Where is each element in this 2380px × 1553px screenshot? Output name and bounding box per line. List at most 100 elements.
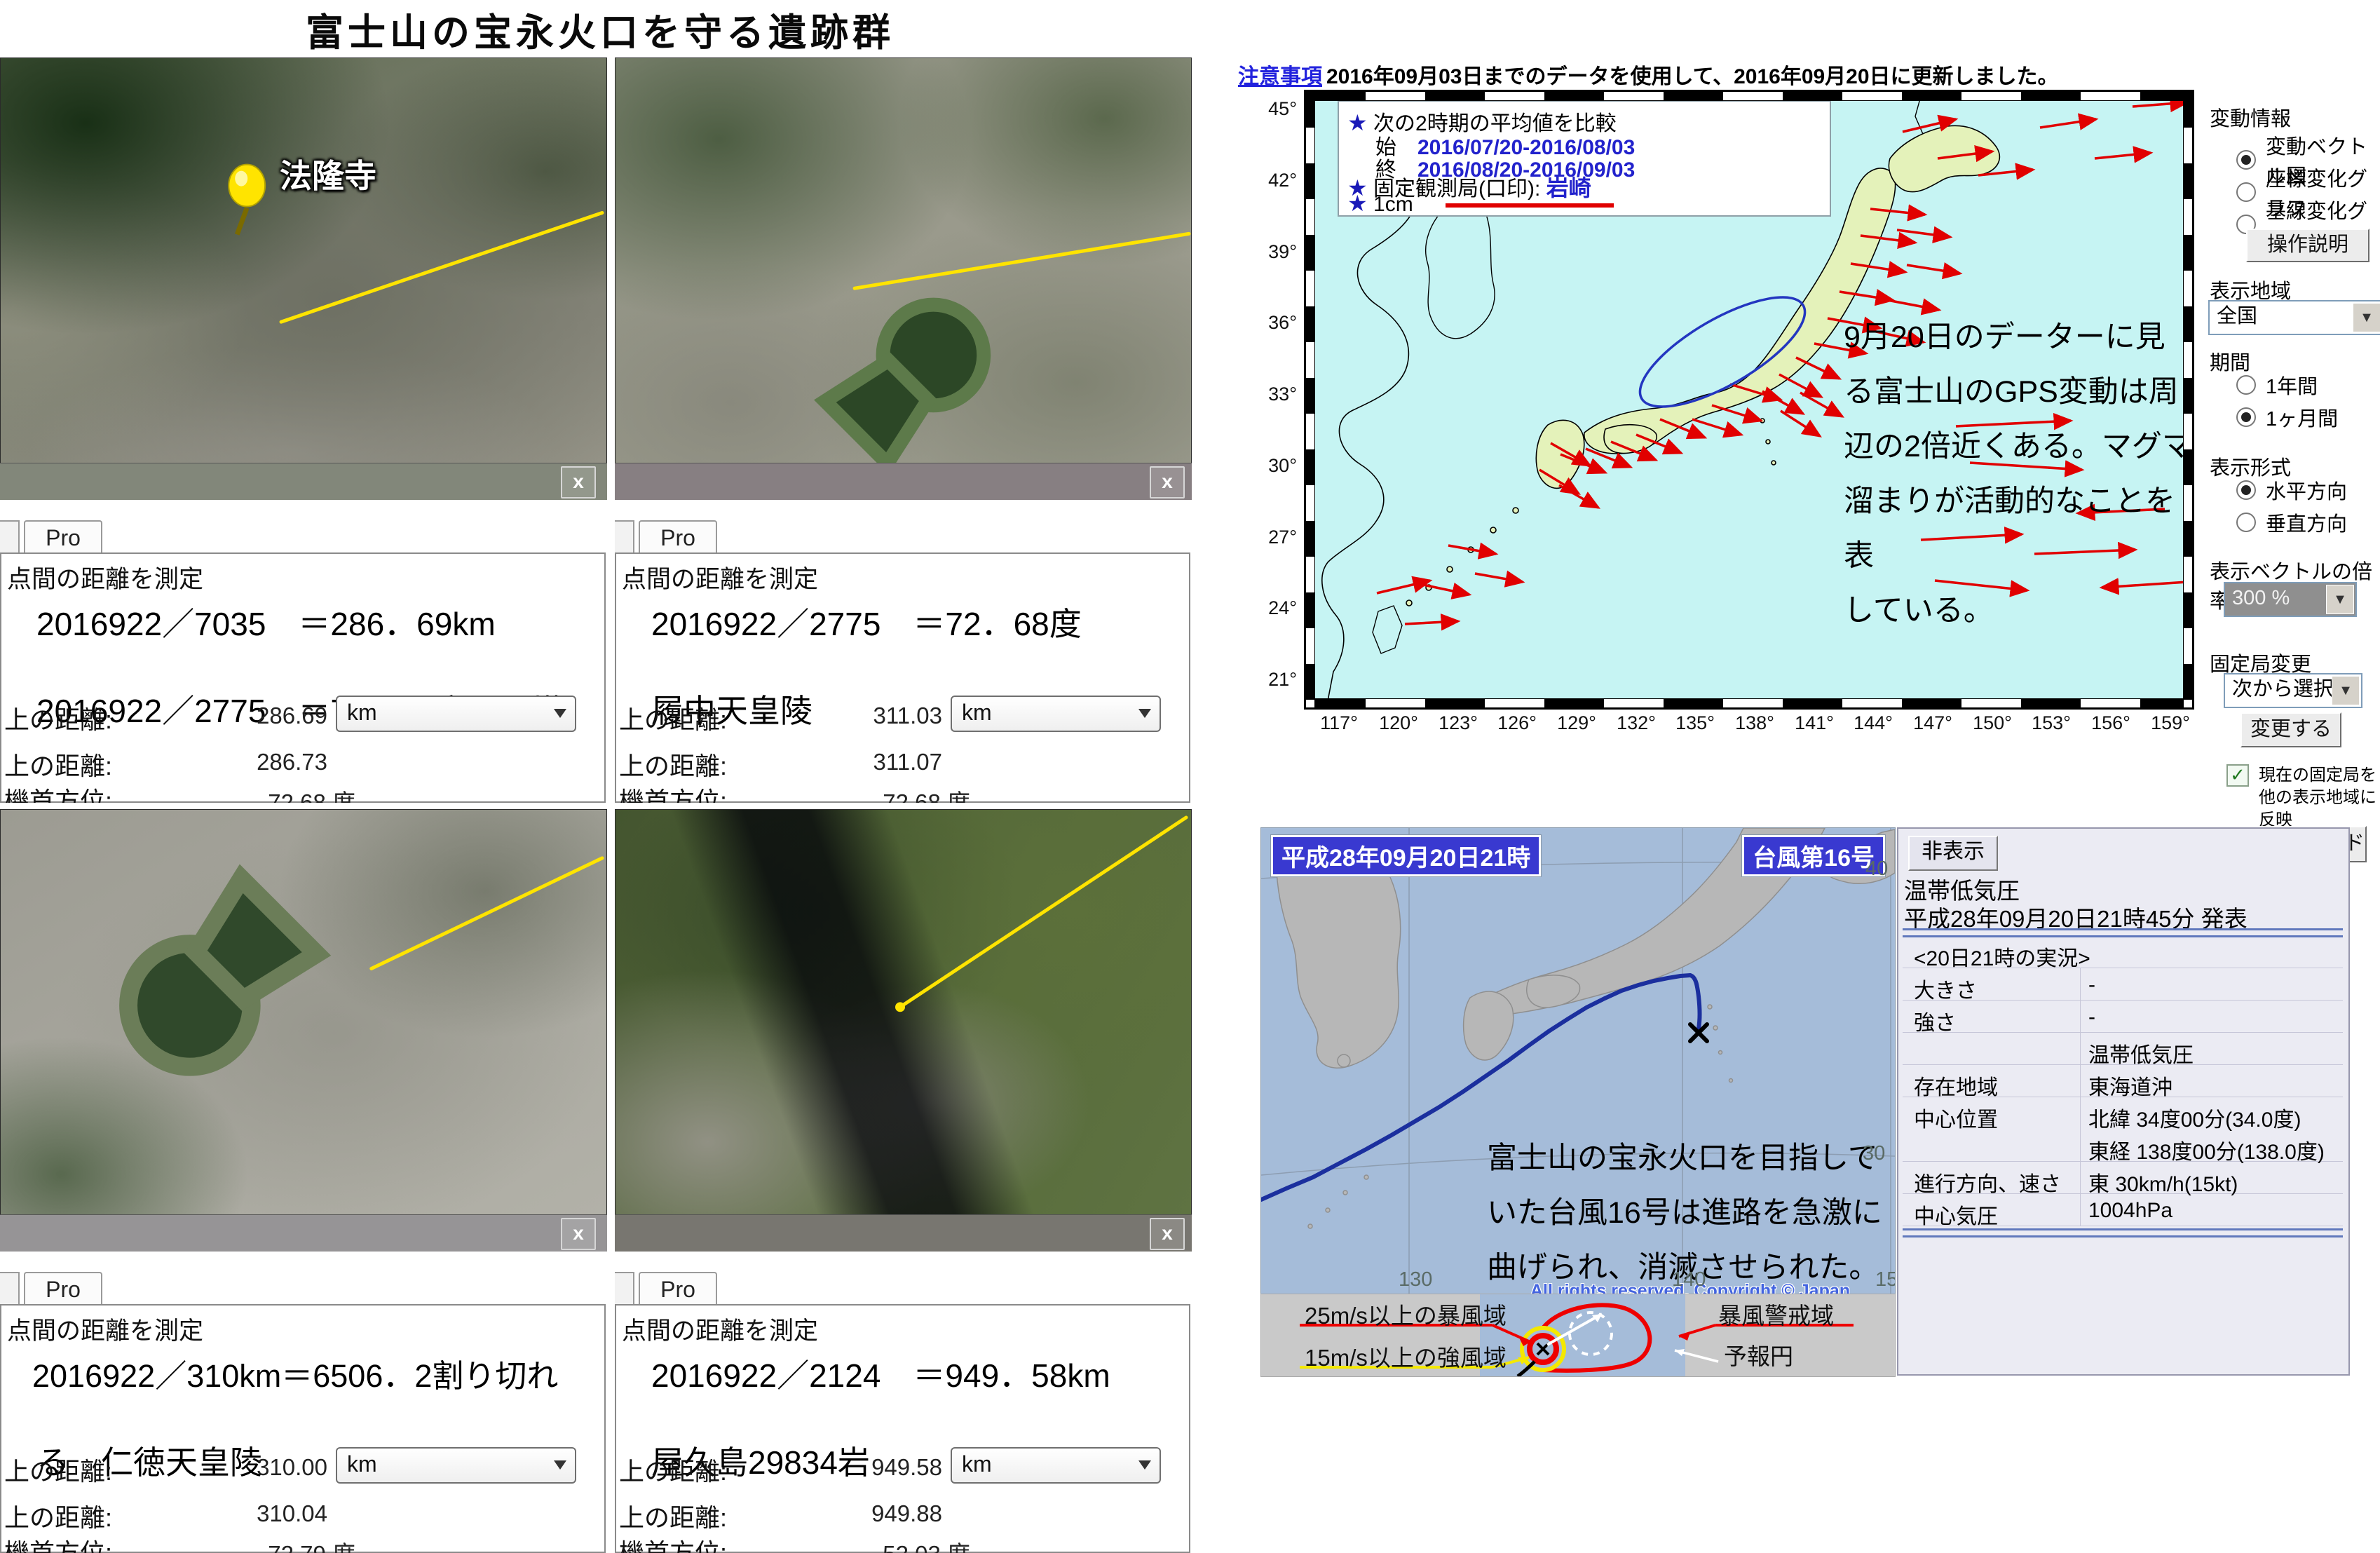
- heading-value: 72.68 度: [616, 784, 970, 803]
- unit-select[interactable]: km: [336, 696, 576, 732]
- tab-stub[interactable]: [0, 1272, 20, 1306]
- close-icon[interactable]: x: [1150, 466, 1185, 499]
- measurement-line-overlay: [1, 58, 606, 463]
- reflect-checkbox-row[interactable]: ✓ 現在の固定局を 他の表示地域に反映: [2226, 764, 2380, 832]
- gps-vector-map[interactable]: ★ 次の2時期の平均値を比較 始 2016/07/20-2016/08/03 終…: [1305, 91, 2193, 708]
- checkbox-checked-icon[interactable]: ✓: [2226, 764, 2249, 787]
- lon-tick: 159°: [2139, 712, 2202, 734]
- tab-stub[interactable]: [615, 520, 634, 554]
- radio-icon[interactable]: [2236, 407, 2256, 427]
- unit-select[interactable]: km: [951, 696, 1161, 732]
- lat-label: 30: [1863, 1142, 1885, 1165]
- quadrant-yakushima: x Pro 点間の距離を測定 2016922／2124 ＝949．58km 屋久…: [615, 809, 1192, 1553]
- yellow-measurement-line: [855, 233, 1189, 288]
- tab-pro[interactable]: Pro: [24, 520, 102, 554]
- lon-tick: 132°: [1605, 712, 1668, 734]
- radio-horizontal[interactable]: 水平方向: [2236, 475, 2347, 505]
- tab-pro[interactable]: Pro: [24, 1272, 102, 1306]
- tab-stub[interactable]: [0, 520, 20, 554]
- satellite-image-nintoku[interactable]: [0, 809, 607, 1216]
- typhoon-info-panel: 非表示 温帯低気圧 平成28年09月20日21時45分 発表 <20日21時の実…: [1897, 827, 2350, 1376]
- measure-heading: 点間の距離を測定: [7, 560, 203, 595]
- yellow-measurement-line: [372, 858, 602, 969]
- gps-legend: ★ 次の2時期の平均値を比較 始 2016/07/20-2016/08/03 終…: [1338, 100, 1831, 217]
- lon-tick: 135°: [1664, 712, 1727, 734]
- quadrant-horyuji: 法隆寺 x Pro 点間の距離を測定 2016922／7035 ＝286．69k…: [0, 57, 607, 803]
- region-select[interactable]: 全国▼: [2208, 300, 2380, 335]
- chevron-down-icon: [1138, 1460, 1151, 1470]
- lon-tick: 147°: [1901, 712, 1964, 734]
- radio-icon[interactable]: [2236, 480, 2256, 500]
- satellite-image-richu[interactable]: [615, 57, 1192, 464]
- surface-distance-value: 286.73: [1, 749, 327, 775]
- satellite-image-yakushima[interactable]: [615, 809, 1192, 1216]
- hide-button[interactable]: 非表示: [1908, 836, 1998, 871]
- lat-label: 40: [1865, 857, 1888, 881]
- vector-scale-select[interactable]: 300 %▼: [2224, 582, 2357, 617]
- lat-tick: 42°: [1241, 170, 1297, 191]
- help-button[interactable]: 操作説明: [2246, 229, 2369, 262]
- lon-label: 130: [1399, 1268, 1432, 1291]
- kofun-keyhole-shape: [103, 873, 322, 1092]
- chevron-down-icon: [554, 1460, 566, 1470]
- forecast-circle-label: 予報円: [1724, 1338, 1793, 1371]
- chevron-down-icon: ▼: [2326, 585, 2354, 614]
- lat-tick: 30°: [1241, 455, 1297, 477]
- fixed-station-select[interactable]: 次から選択▼: [2224, 673, 2362, 708]
- tab-stub[interactable]: [615, 1272, 634, 1306]
- ground-distance-value: 949.58: [616, 1454, 942, 1481]
- radio-vertical[interactable]: 垂直方向: [2236, 508, 2347, 537]
- unit-select[interactable]: km: [336, 1447, 576, 1484]
- lat-tick: 21°: [1241, 669, 1297, 691]
- radio-period-1year[interactable]: 1年間: [2236, 370, 2318, 400]
- star-icon: ★: [1347, 191, 1368, 216]
- legend-scale-label: 1cm: [1373, 193, 1413, 216]
- lon-tick: 120°: [1367, 712, 1430, 734]
- radio-period-1month[interactable]: 1ヶ月間: [2236, 402, 2338, 432]
- satellite-image-horyuji[interactable]: 法隆寺: [0, 57, 607, 464]
- close-icon[interactable]: x: [561, 1218, 596, 1250]
- chevron-down-icon: ▼: [2332, 676, 2360, 705]
- close-icon[interactable]: x: [1150, 1218, 1185, 1250]
- row-label: 中心気圧: [1914, 1199, 1998, 1230]
- lon-tick: 153°: [2020, 712, 2083, 734]
- vector-info-label: 変動情報: [2210, 102, 2291, 132]
- lon-tick: 123°: [1427, 712, 1490, 734]
- quadrant-richu: x Pro 点間の距離を測定 2016922／2775 ＝72．68度 履中天皇…: [615, 57, 1192, 803]
- unit-select[interactable]: km: [951, 1447, 1161, 1484]
- measure-heading: 点間の距離を測定: [622, 1311, 818, 1347]
- lon-tick: 117°: [1307, 712, 1371, 734]
- tab-pro[interactable]: Pro: [639, 1272, 717, 1306]
- heading-value: 52.03 度: [616, 1535, 970, 1553]
- lon-label: 15: [1875, 1268, 1896, 1291]
- typhoon-data-table: <20日21時の実況> 大きさ- 強さ- 温帯低気圧 存在地域東海道沖 中心位置…: [1903, 935, 2343, 1226]
- strong-wind-area-label: 15m/s以上の強風域: [1305, 1339, 1507, 1373]
- yellow-measurement-line: [900, 818, 1186, 1007]
- measure-panel: 点間の距離を測定 2016922／310km＝6506．2割り切れ る 仁徳天皇…: [0, 1304, 606, 1553]
- chevron-down-icon: [554, 709, 566, 718]
- row-value: 1004hPa: [2088, 1199, 2172, 1223]
- close-icon[interactable]: x: [561, 466, 596, 499]
- notice-link[interactable]: 注意事項: [1238, 59, 1322, 90]
- measurement-endpoint: [895, 1002, 905, 1012]
- star-icon: ★: [1347, 110, 1368, 135]
- measure-calc-line1: 2016922／2124 ＝949．58km: [651, 1350, 1110, 1397]
- lat-tick: 27°: [1241, 527, 1297, 548]
- change-button[interactable]: 変更する: [2240, 712, 2341, 747]
- tab-pro[interactable]: Pro: [639, 520, 717, 554]
- surface-distance-value: 311.07: [616, 749, 942, 775]
- lon-tick: 141°: [1783, 712, 1846, 734]
- screen: 富士山の宝永火口を守る遺跡群 法隆寺 x Pro 点間の距離を測定 201692…: [0, 0, 2380, 1553]
- measure-calc-line1: 2016922／2775 ＝72．68度: [651, 599, 1082, 645]
- row-value: -: [2088, 1005, 2095, 1029]
- radio-icon[interactable]: [2236, 513, 2256, 532]
- reflect-checkbox-label: 現在の固定局を 他の表示地域に反映: [2259, 764, 2380, 832]
- typhoon-track-map: 平成28年09月20日21時 台風第16号 富士山の宝永火口を目指して いた台風…: [1260, 827, 1896, 1295]
- korea-coastline: [1426, 196, 1495, 338]
- lon-tick: 156°: [2079, 712, 2142, 734]
- pushpin-icon[interactable]: [229, 165, 265, 235]
- notice-text: 2016年09月03日までのデータを使用して、2016年09月20日に更新しまし…: [1326, 59, 2059, 90]
- radio-icon[interactable]: [2236, 375, 2256, 395]
- lat-tick: 33°: [1241, 384, 1297, 405]
- center-x-mark: [1537, 1343, 1549, 1355]
